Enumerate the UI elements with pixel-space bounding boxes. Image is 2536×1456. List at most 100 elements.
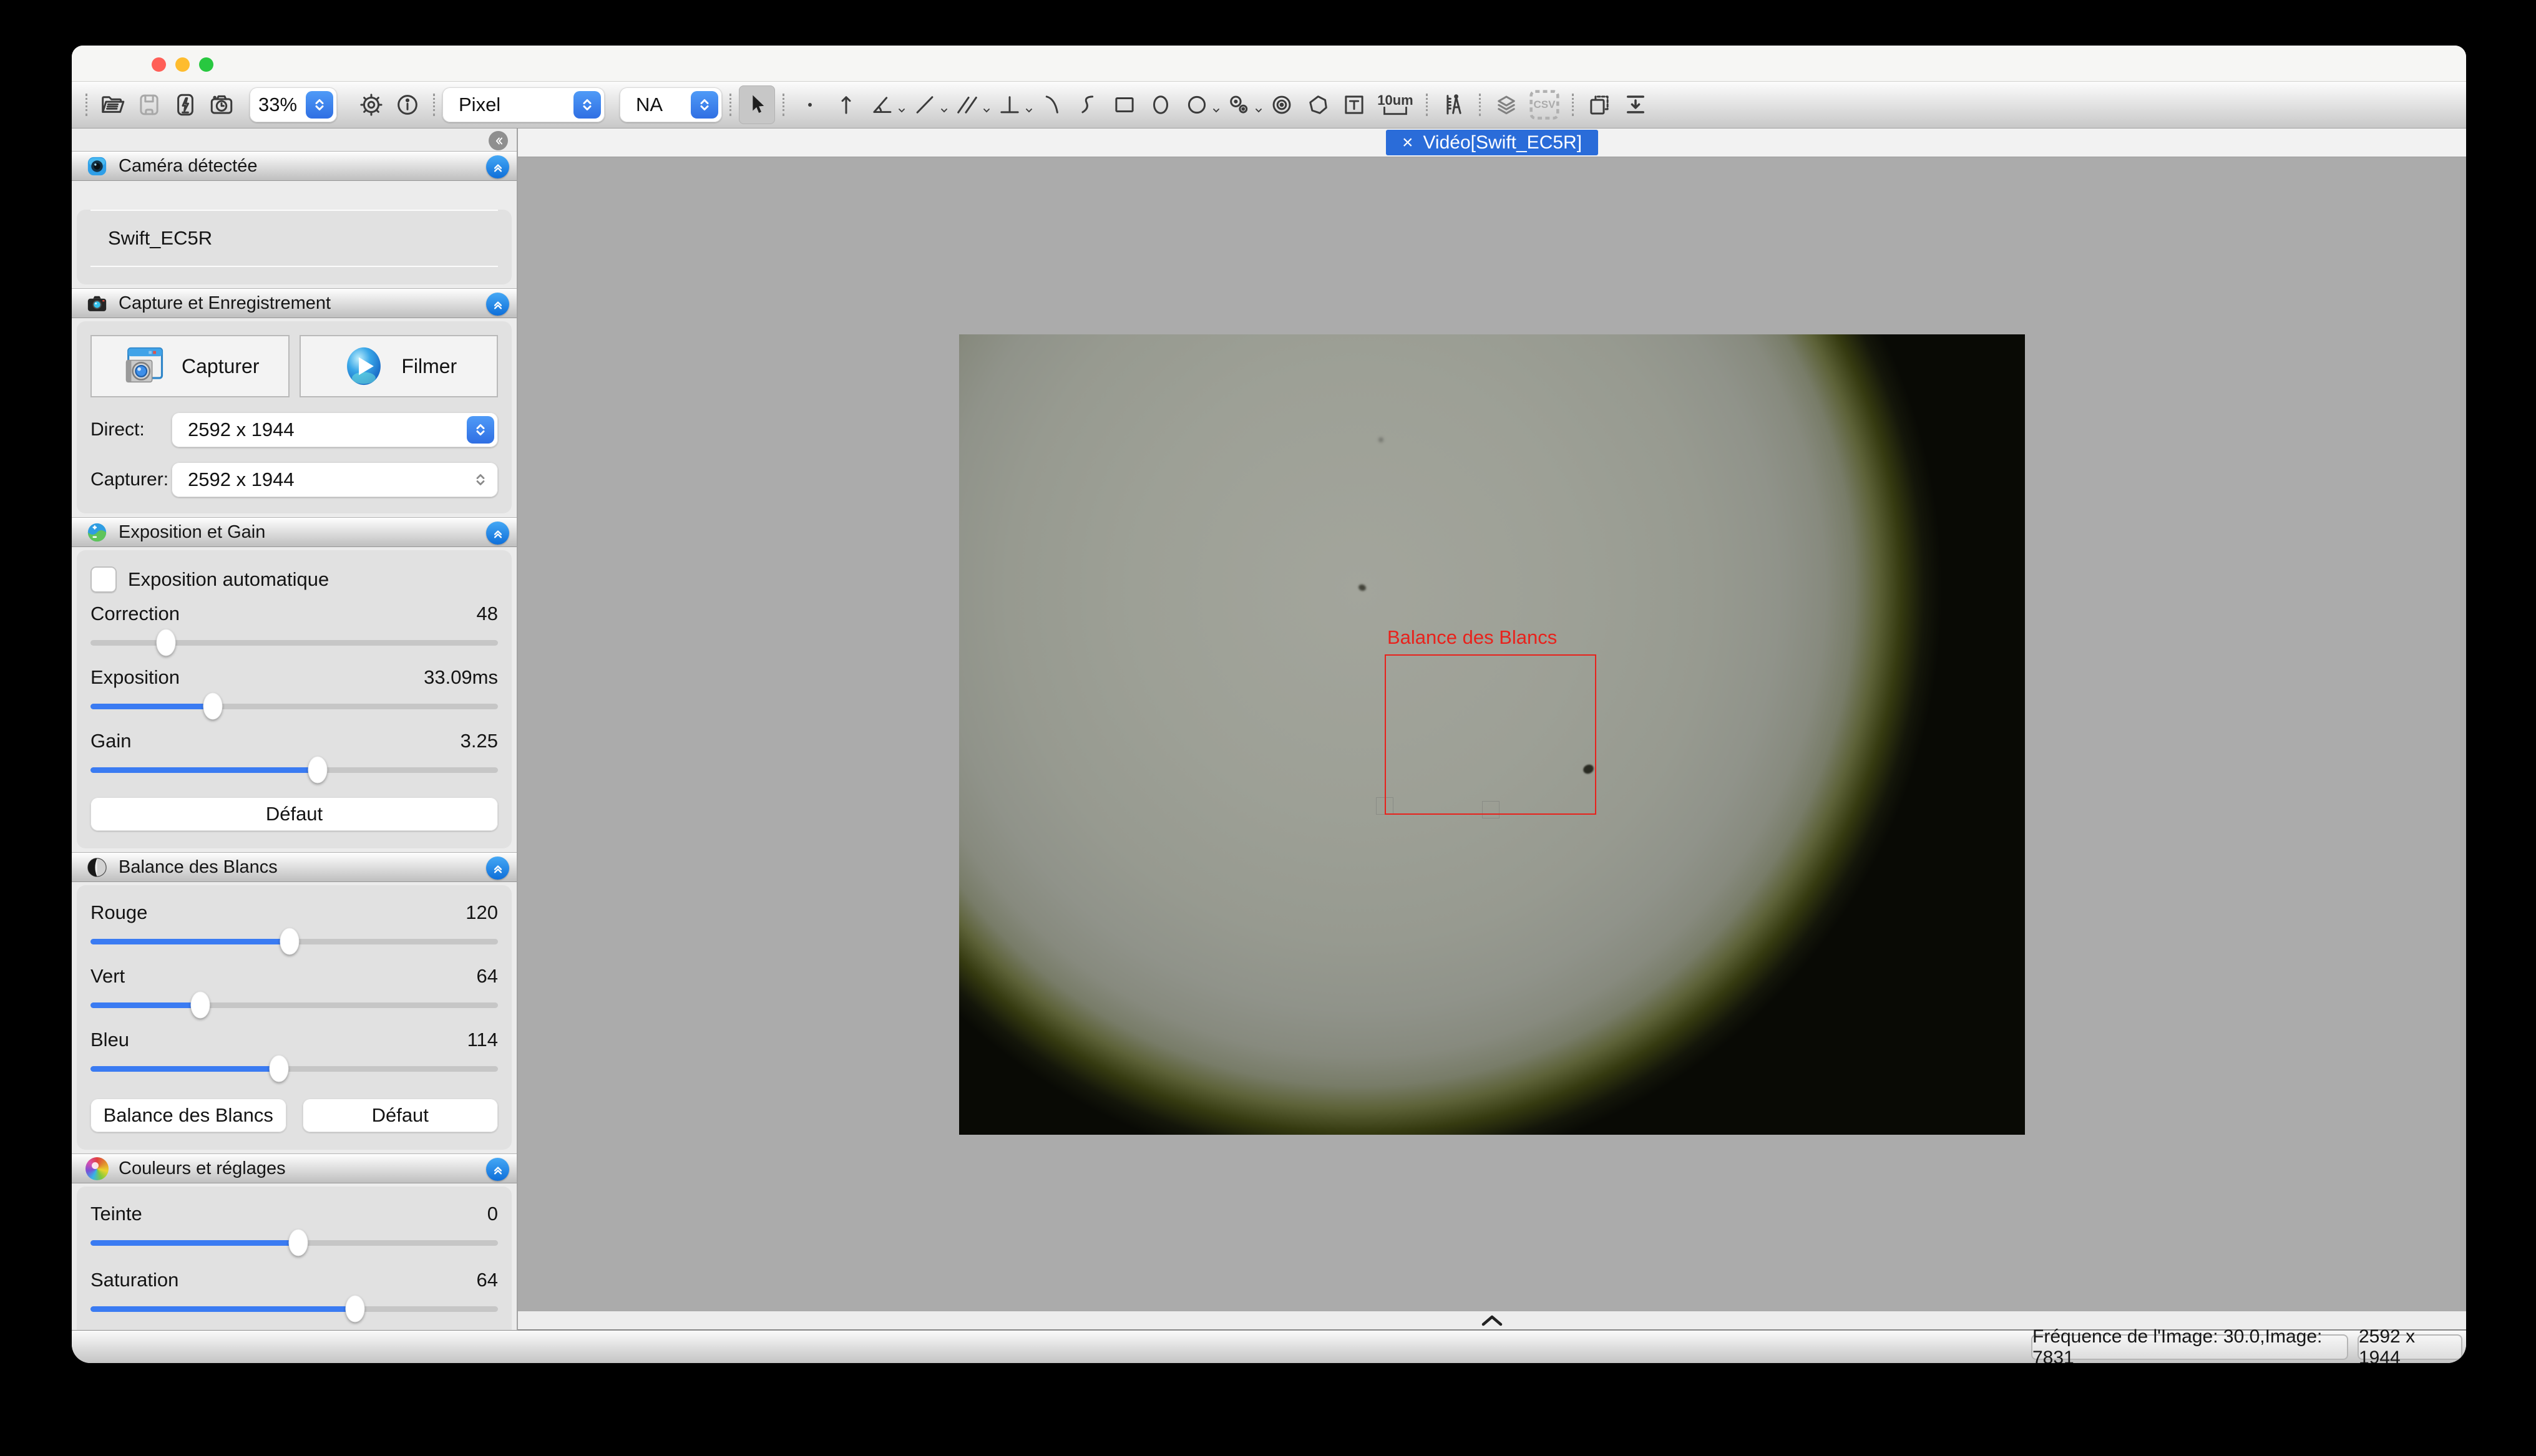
- export-image-icon[interactable]: [1617, 85, 1654, 124]
- ellipse-tool-icon[interactable]: [1143, 85, 1179, 124]
- open-file-icon[interactable]: [95, 85, 131, 124]
- hue-slider[interactable]: [90, 1229, 498, 1256]
- unit-select[interactable]: Pixel: [442, 87, 605, 122]
- circle-tool-icon[interactable]: [1179, 85, 1215, 124]
- camera-device-item[interactable]: Swift_EC5R: [90, 210, 498, 267]
- collapse-camera-panel-button[interactable]: [486, 155, 509, 178]
- parallel-tool-options-icon[interactable]: [982, 105, 992, 115]
- live-resolution-select[interactable]: 2592 x 1944: [172, 412, 498, 447]
- blue-value: 114: [467, 1029, 498, 1051]
- arrow-tool-icon[interactable]: [828, 85, 864, 124]
- capture-still-button[interactable]: Capturer: [90, 335, 290, 397]
- stepper-icon: [467, 416, 494, 444]
- minimize-window-button[interactable]: [175, 57, 190, 72]
- live-video-frame: Balance des Blancs: [959, 334, 2025, 1135]
- capture-panel-body: Capturer: [77, 321, 512, 513]
- concentric-circles-tool-icon[interactable]: [1264, 85, 1300, 124]
- toolbar-separator: [729, 94, 731, 116]
- dust-speck: [1358, 583, 1367, 592]
- point-tool-icon[interactable]: [792, 85, 828, 124]
- white-balance-panel-body: Rouge 120 Vert 64: [77, 885, 512, 1150]
- angle-tool-options-icon[interactable]: [897, 105, 907, 115]
- rectangle-tool-icon[interactable]: [1106, 85, 1143, 124]
- correction-slider-thumb[interactable]: [157, 629, 176, 656]
- tab-bar: × Vidéo[Swift_EC5R]: [518, 129, 2466, 157]
- blue-label: Bleu: [90, 1029, 129, 1051]
- gain-slider-thumb[interactable]: [308, 757, 328, 784]
- zoom-level-select[interactable]: 33%: [250, 87, 337, 122]
- green-slider[interactable]: [90, 991, 498, 1019]
- collapse-colors-panel-button[interactable]: [486, 1158, 509, 1181]
- wb-default-button[interactable]: Défaut: [303, 1099, 499, 1132]
- color-wheel-icon: [85, 1157, 109, 1180]
- flash-capture-icon[interactable]: [167, 85, 203, 124]
- video-tab-label: Vidéo[Swift_EC5R]: [1423, 132, 1582, 153]
- panel-title: Balance des Blancs: [119, 857, 278, 878]
- select-tool-icon[interactable]: [739, 85, 775, 124]
- status-bar: Fréquence de l'Image: 30.0,Image: 7831 2…: [72, 1330, 2466, 1363]
- hue-slider-thumb[interactable]: [289, 1230, 308, 1256]
- red-slider[interactable]: [90, 928, 498, 955]
- exposure-slider-thumb[interactable]: [203, 693, 222, 720]
- white-balance-button[interactable]: Balance des Blancs: [90, 1099, 286, 1132]
- gain-label: Gain: [90, 730, 131, 752]
- close-window-button[interactable]: [152, 57, 166, 72]
- saturation-slider[interactable]: [90, 1295, 498, 1323]
- exposure-slider[interactable]: [90, 692, 498, 720]
- copy-icon[interactable]: [1581, 85, 1617, 124]
- circle-tool-options-icon[interactable]: [1211, 105, 1221, 115]
- video-tab[interactable]: × Vidéo[Swift_EC5R]: [1386, 130, 1598, 155]
- arc-tool-icon[interactable]: [1034, 85, 1070, 124]
- webcam-icon: [85, 155, 109, 178]
- toolbar: 33% Pixel NA: [72, 82, 2466, 129]
- parallel-lines-tool-icon[interactable]: [949, 85, 985, 124]
- measurement-settings-icon[interactable]: [1435, 85, 1471, 124]
- magnification-select[interactable]: NA: [620, 87, 722, 122]
- record-video-button[interactable]: Filmer: [300, 335, 499, 397]
- toolbar-separator: [433, 94, 435, 116]
- capture-window-icon: [120, 342, 168, 390]
- layers-icon[interactable]: [1488, 85, 1524, 124]
- perpendicular-tool-options-icon[interactable]: [1024, 105, 1034, 115]
- zoom-window-button[interactable]: [199, 57, 213, 72]
- collapse-capture-panel-button[interactable]: [486, 293, 509, 316]
- info-icon[interactable]: [389, 85, 426, 124]
- text-tool-icon[interactable]: [1336, 85, 1372, 124]
- collapse-wb-panel-button[interactable]: [486, 857, 509, 880]
- blue-slider[interactable]: [90, 1055, 498, 1082]
- two-circles-tool-icon[interactable]: [1221, 85, 1257, 124]
- sidebar-collapse-button[interactable]: [489, 131, 508, 150]
- red-slider-thumb[interactable]: [280, 928, 299, 955]
- toolbar-separator: [85, 94, 87, 116]
- green-slider-thumb[interactable]: [190, 992, 210, 1019]
- red-group: Rouge 120: [90, 885, 498, 955]
- dust-speck: [1378, 437, 1383, 442]
- app-window: 33% Pixel NA: [72, 46, 2466, 1363]
- stepper-icon: [467, 466, 494, 493]
- saturation-slider-thumb[interactable]: [345, 1296, 364, 1323]
- export-csv-icon: CSV: [1524, 85, 1564, 124]
- blue-slider-thumb[interactable]: [270, 1056, 289, 1082]
- toolbar-separator: [1426, 94, 1428, 116]
- correction-slider[interactable]: [90, 629, 498, 656]
- colors-panel-body: Teinte 0 Saturation 64: [77, 1187, 512, 1330]
- collapse-exposure-panel-button[interactable]: [486, 522, 509, 545]
- perpendicular-tool-icon[interactable]: [992, 85, 1028, 124]
- exposure-default-button[interactable]: Défaut: [90, 797, 498, 831]
- angle-tool-icon[interactable]: [864, 85, 900, 124]
- timed-capture-icon[interactable]: [203, 85, 240, 124]
- capture-resolution-select[interactable]: 2592 x 1944: [172, 462, 498, 497]
- panel-title: Couleurs et réglages: [119, 1158, 286, 1179]
- white-balance-roi-rect[interactable]: [1385, 654, 1596, 815]
- gain-slider[interactable]: [90, 756, 498, 784]
- auto-exposure-checkbox[interactable]: [90, 566, 117, 593]
- record-play-icon: [340, 342, 388, 390]
- close-tab-icon[interactable]: ×: [1402, 133, 1413, 152]
- settings-gear-icon[interactable]: [353, 85, 389, 124]
- two-circles-tool-options-icon[interactable]: [1254, 105, 1264, 115]
- line-tool-icon[interactable]: [907, 85, 943, 124]
- polygon-tool-icon[interactable]: [1300, 85, 1336, 124]
- curve-tool-icon[interactable]: [1070, 85, 1106, 124]
- line-tool-options-icon[interactable]: [939, 105, 949, 115]
- scalebar-tool-icon[interactable]: 10um: [1372, 85, 1418, 124]
